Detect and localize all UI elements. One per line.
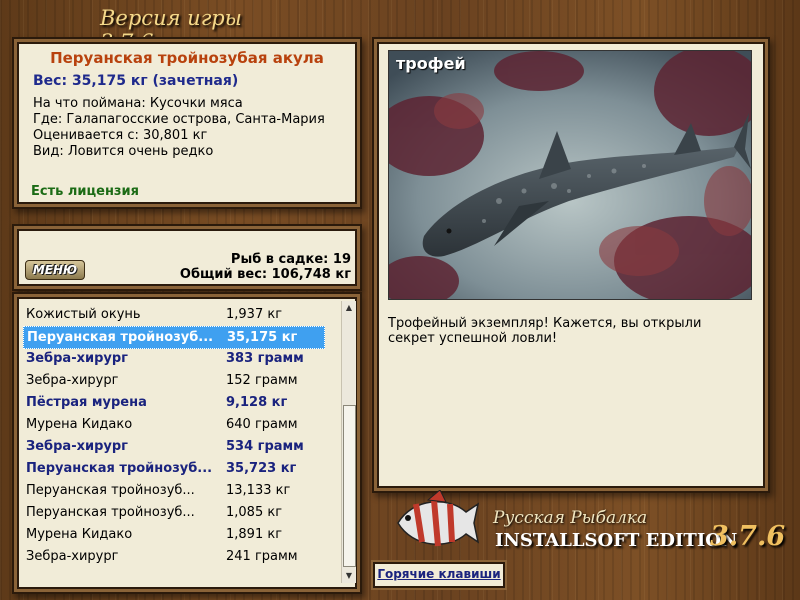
- catch-list-row[interactable]: Зебра-хирург 383 грамм: [23, 348, 323, 369]
- fish-estimated: Оценивается с: 30,801 кг: [33, 128, 208, 143]
- catch-list-row[interactable]: Перуанская тройнозуб... 13,133 кг: [23, 480, 323, 501]
- total-weight: Общий вес: 106,748 кг: [179, 267, 351, 282]
- catch-fish-weight: 640 грамм: [226, 417, 298, 432]
- catch-fish-weight: 241 грамм: [226, 549, 298, 564]
- catch-fish-name: Пёстрая мурена: [26, 395, 147, 410]
- catch-fish-weight: 534 грамм: [226, 439, 304, 454]
- catch-list-row[interactable]: Перуанская тройнозуб... 1,085 кг: [23, 502, 323, 523]
- catch-stats: Рыб в садке: 19 Общий вес: 106,748 кг: [180, 252, 351, 282]
- catch-fish-name: Мурена Кидако: [26, 527, 133, 542]
- photo-panel: трофей Трофейный экземпляр! Кажется, вы …: [377, 42, 765, 488]
- catch-list-row[interactable]: Перуанская тройнозуб... 35,723 кг: [23, 458, 323, 479]
- catch-list-row[interactable]: Зебра-хирург 241 грамм: [23, 546, 323, 567]
- fish-name: Перуанская тройнозубая акула: [50, 49, 324, 67]
- catch-list-row[interactable]: Зебра-хирург 534 грамм: [23, 436, 323, 457]
- fish-logo-icon: [397, 490, 480, 547]
- catch-fish-name: Зебра-хирург: [26, 549, 119, 564]
- catch-list-scrollbar[interactable]: ▲ ▼: [341, 301, 356, 583]
- catch-fish-name: Перуанская тройнозуб...: [26, 483, 195, 498]
- brand-line-1: Русская Рыбалка: [493, 508, 648, 528]
- catch-fish-name: Перуанская тройнозуб...: [26, 461, 211, 476]
- hotkeys-button[interactable]: Горячие клавиши: [373, 562, 505, 588]
- fish-bait: На что поймана: Кусочки мяса: [33, 96, 243, 111]
- license-status: Есть лицензия: [31, 184, 139, 199]
- catch-list-row[interactable]: Мурена Кидако 640 грамм: [23, 414, 323, 435]
- catch-fish-name: Зебра-хирург: [26, 373, 119, 388]
- scroll-down-icon[interactable]: ▼: [342, 569, 356, 583]
- photo-description: Трофейный экземпляр! Кажется, вы открыли…: [388, 316, 702, 346]
- menu-panel: МЕНЮ Рыб в садке: 19 Общий вес: 106,748 …: [17, 229, 357, 286]
- brand-line-2: INSTALLSOFT EDITION: [495, 530, 738, 551]
- catch-fish-name: Перуанская тройнозуб...: [27, 330, 212, 345]
- catch-list-row[interactable]: Мурена Кидако 1,891 кг: [23, 524, 323, 545]
- catch-fish-name: Кожистый окунь: [26, 307, 141, 322]
- catch-fish-weight: 35,175 кг: [227, 330, 298, 345]
- catch-fish-weight: 152 грамм: [226, 373, 298, 388]
- catch-fish-weight: 35,723 кг: [226, 461, 297, 476]
- catch-list-panel: Кожистый окунь 1,937 кг Перуанская тройноз…: [17, 297, 357, 589]
- fish-count: Рыб в садке: 19: [230, 252, 351, 267]
- catch-fish-name: Мурена Кидако: [26, 417, 133, 432]
- fish-rarity: Вид: Ловится очень редко: [33, 144, 214, 159]
- catch-list-row[interactable]: Пёстрая мурена 9,128 кг: [23, 392, 323, 413]
- fish-info-panel: Перуанская тройнозубая акула Вес: 35,175…: [17, 42, 357, 204]
- catch-fish-name: Зебра-хирург: [26, 439, 128, 454]
- game-version-title: Версия игры 3.7.6: [100, 6, 242, 54]
- catch-fish-weight: 1,937 кг: [226, 307, 283, 322]
- menu-button[interactable]: МЕНЮ: [25, 260, 85, 280]
- trophy-label: трофей: [396, 54, 466, 73]
- catch-fish-weight: 1,085 кг: [226, 505, 283, 520]
- catch-fish-weight: 9,128 кг: [226, 395, 288, 410]
- catch-fish-name: Зебра-хирург: [26, 351, 128, 366]
- catch-list-row[interactable]: Кожистый окунь 1,937 кг: [23, 304, 323, 325]
- trophy-fish-photo: трофей: [388, 50, 752, 300]
- catch-list-row[interactable]: Перуанская тройнозуб... 35,175 кг: [23, 326, 325, 349]
- brand-version: 3.7.6: [710, 521, 786, 552]
- catch-fish-weight: 13,133 кг: [226, 483, 291, 498]
- shark-underwater-image: [389, 51, 751, 299]
- fish-location: Где: Галапагосские острова, Санта-Мария: [33, 112, 325, 127]
- fish-weight: Вес: 35,175 кг (зачетная): [33, 73, 239, 89]
- scroll-up-icon[interactable]: ▲: [342, 301, 356, 315]
- catch-fish-weight: 1,891 кг: [226, 527, 283, 542]
- catch-fish-weight: 383 грамм: [226, 351, 304, 366]
- scroll-thumb[interactable]: [343, 405, 356, 567]
- catch-fish-name: Перуанская тройнозуб...: [26, 505, 195, 520]
- catch-list-row[interactable]: Зебра-хирург 152 грамм: [23, 370, 323, 391]
